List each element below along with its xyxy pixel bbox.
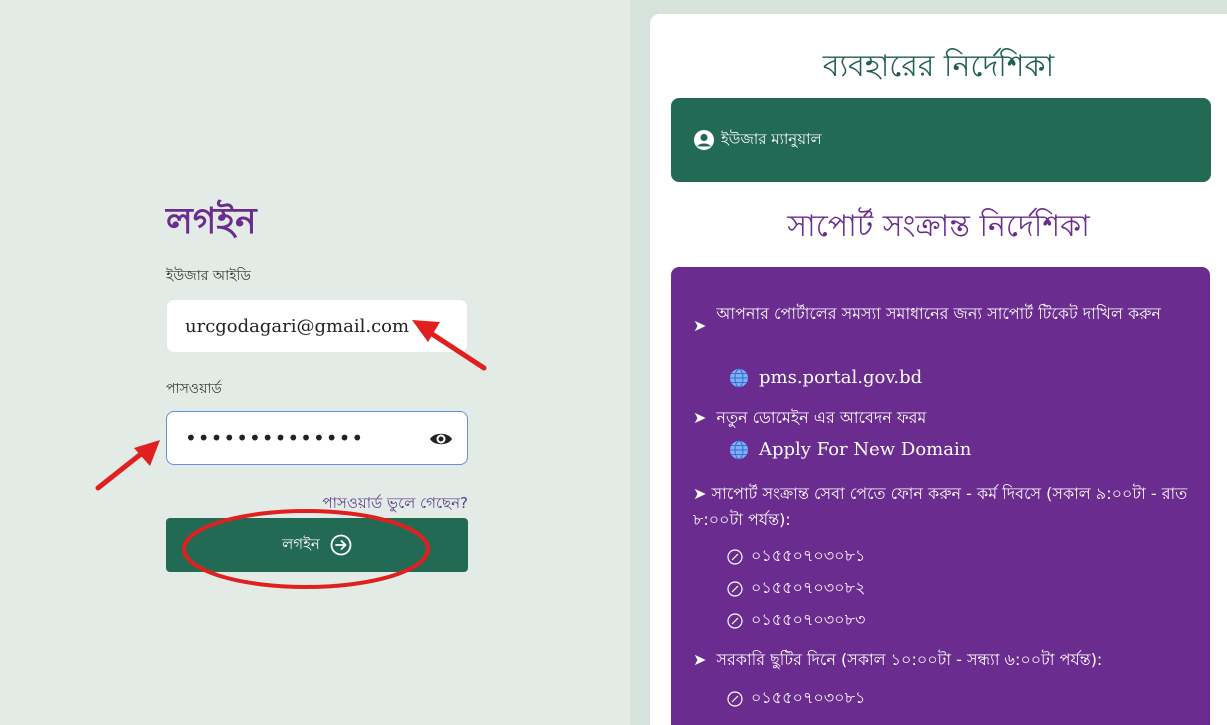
phone-icon [727, 690, 743, 707]
caret-right-icon: ➤ [693, 484, 712, 503]
new-domain-link-text: Apply For New Domain [759, 439, 972, 460]
forgot-password-link[interactable]: পাসওয়ার্ড ভুলে গেছেন? [322, 492, 468, 517]
user-id-value: urcgodagari@gmail.com [185, 315, 410, 337]
guide-title: ব্যবহারের নির্দেশিকা [822, 49, 1055, 84]
caret-right-icon: ➤ [693, 316, 707, 335]
phone-number: ০১৫৫০৭০৩০৮২ [751, 578, 866, 597]
caret-right-icon: ➤ [693, 650, 707, 669]
eye-icon[interactable] [429, 429, 453, 449]
phone-icon [727, 612, 743, 629]
globe-icon [730, 440, 748, 459]
user-manual-label: ইউজার ম্যানুয়াল [721, 129, 822, 148]
arrow-right-circle-icon [330, 534, 352, 556]
phone-number: ০১৫৫০৭০৩০৮১ [751, 546, 866, 565]
user-id-label: ইউজার আইডি [166, 268, 251, 284]
support-item-holiday: ➤ সরকারি ছুটির দিনে (সকাল ১০:০০টা - সন্ধ… [693, 647, 1193, 673]
phone-icon [727, 548, 743, 565]
login-button[interactable]: লগইন [166, 518, 468, 572]
support-item-ticket: ➤ আপনার পোর্টালের সমস্যা সমাধানের জন্য স… [693, 301, 1193, 339]
support-item-text: সাপোর্ট সংক্রান্ত সেবা পেতে ফোন করুন - ক… [693, 484, 1188, 529]
login-title: লগইন [166, 201, 257, 242]
password-input[interactable]: •••••••••••••• [166, 411, 468, 465]
ticket-portal-link[interactable]: pms.portal.gov.bd [729, 367, 922, 388]
support-title: সাপোর্ট সংক্রান্ত নির্দেশিকা [787, 209, 1090, 244]
password-value: •••••••••••••• [185, 426, 365, 450]
login-button-label: লগইন [282, 534, 320, 553]
ticket-portal-link-text: pms.portal.gov.bd [759, 367, 923, 388]
support-item-text: নতুন ডোমেইন এর আবেদন ফরম [716, 408, 927, 427]
user-manual-button[interactable]: ইউজার ম্যানুয়াল [671, 98, 1211, 182]
guide-card: ব্যবহারের নির্দেশিকা ইউজার ম্যানুয়াল সা… [650, 14, 1227, 725]
caret-right-icon: ➤ [693, 408, 707, 427]
password-label: পাসওয়ার্ড [166, 381, 222, 397]
support-box: ➤ আপনার পোর্টালের সমস্যা সমাধানের জন্য স… [671, 267, 1210, 725]
phone-item[interactable]: ০১৫৫০৭০৩০৮১ [727, 543, 865, 570]
globe-icon [730, 368, 748, 387]
phone-number: ০১৫৫০৭০৩০৮৩ [751, 610, 866, 629]
phone-icon [727, 580, 743, 597]
support-item-phone: ➤ সাপোর্ট সংক্রান্ত সেবা পেতে ফোন করুন -… [693, 481, 1193, 533]
user-id-input[interactable]: urcgodagari@gmail.com [166, 299, 468, 353]
support-item-text: আপনার পোর্টালের সমস্যা সমাধানের জন্য সাপ… [716, 304, 1161, 323]
login-pane [0, 0, 630, 725]
phone-number: ০১৫৫০৭০৩০৮১ [751, 688, 866, 707]
new-domain-link[interactable]: Apply For New Domain [729, 439, 971, 460]
support-item-domain: ➤ নতুন ডোমেইন এর আবেদন ফরম [693, 405, 1193, 431]
user-circle-icon [694, 130, 714, 150]
phone-item[interactable]: ০১৫৫০৭০৩০৮৩ [727, 607, 865, 634]
support-item-text: সরকারি ছুটির দিনে (সকাল ১০:০০টা - সন্ধ্য… [716, 650, 1103, 669]
phone-item[interactable]: ০১৫৫০৭০৩০৮২ [727, 575, 865, 602]
phone-item[interactable]: ০১৫৫০৭০৩০৮১ [727, 685, 865, 712]
